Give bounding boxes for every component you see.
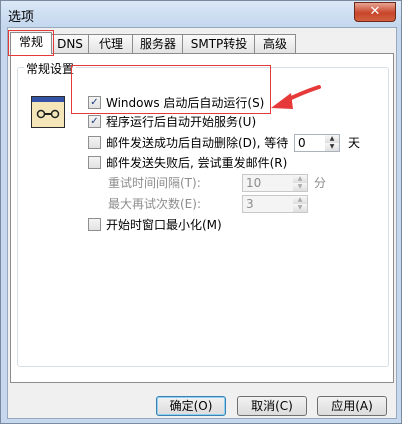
options-dialog: 选项 ✕ 常规 DNS 代理 服务器 SMTP转投 高级 常规设置 ✓ Wind…	[0, 0, 402, 424]
annotation-arrow-icon	[271, 85, 321, 109]
